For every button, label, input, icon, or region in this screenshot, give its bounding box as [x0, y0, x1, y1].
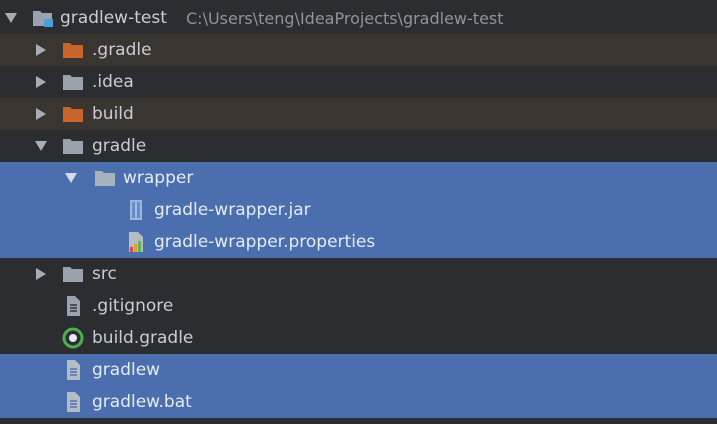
text-file-icon	[62, 296, 84, 316]
root-project-path: C:\Users\teng\IdeaProjects\gradlew-test	[186, 8, 504, 28]
text-file-icon	[62, 392, 84, 412]
chevron-right-icon[interactable]	[34, 43, 48, 57]
module-folder-icon	[32, 8, 54, 28]
tree-row-gradlew-bat[interactable]: gradlew.bat	[0, 386, 717, 418]
tree-row-root[interactable]: gradlew-test C:\Users\teng\IdeaProjects\…	[0, 2, 717, 34]
tree-row-gradle-wrapper-jar[interactable]: gradle-wrapper.jar	[0, 194, 717, 226]
folder-icon	[94, 168, 116, 188]
chevron-down-icon[interactable]	[4, 11, 18, 25]
tree-item-label: src	[92, 264, 117, 284]
tree-row-gradle-wrapper-properties[interactable]: gradle-wrapper.properties	[0, 226, 717, 258]
tree-row-dot-idea[interactable]: .idea	[0, 66, 717, 98]
tree-item-label: .idea	[92, 72, 134, 92]
root-project-name: gradlew-test	[60, 8, 167, 28]
chevron-right-icon[interactable]	[34, 75, 48, 89]
folder-icon	[62, 104, 84, 124]
tree-item-label: build.gradle	[92, 328, 194, 348]
tree-row-gitignore[interactable]: .gitignore	[0, 290, 717, 322]
text-file-icon	[62, 360, 84, 380]
jar-file-icon	[125, 200, 147, 220]
tree-item-label: .gitignore	[92, 296, 174, 316]
tree-row-build-gradle[interactable]: build.gradle	[0, 322, 717, 354]
tree-row-gradlew[interactable]: gradlew	[0, 354, 717, 386]
tree-item-label: gradle-wrapper.jar	[154, 200, 311, 220]
project-tree: gradlew-test C:\Users\teng\IdeaProjects\…	[0, 0, 717, 424]
properties-file-icon	[125, 232, 147, 252]
tree-item-label: gradle	[92, 136, 147, 156]
gradle-file-icon	[62, 327, 84, 349]
tree-item-label: wrapper	[123, 168, 194, 188]
tree-row-wrapper[interactable]: wrapper	[0, 162, 717, 194]
tree-row-src[interactable]: src	[0, 258, 717, 290]
tree-row-gradle[interactable]: gradle	[0, 130, 717, 162]
tree-bottom-edge	[0, 418, 717, 424]
folder-icon	[62, 136, 84, 156]
tree-item-label: gradlew.bat	[92, 392, 192, 412]
tree-item-label: gradle-wrapper.properties	[154, 232, 376, 252]
folder-icon	[62, 40, 84, 60]
chevron-right-icon[interactable]	[34, 107, 48, 121]
tree-row-build[interactable]: build	[0, 98, 717, 130]
tree-row-dot-gradle[interactable]: .gradle	[0, 34, 717, 66]
folder-icon	[62, 264, 84, 284]
chevron-down-icon[interactable]	[34, 139, 48, 153]
tree-item-label: build	[92, 104, 134, 124]
folder-icon	[62, 72, 84, 92]
tree-item-label: gradlew	[92, 360, 161, 380]
chevron-right-icon[interactable]	[34, 267, 48, 281]
tree-item-label: .gradle	[92, 40, 152, 60]
chevron-down-icon[interactable]	[64, 171, 78, 185]
